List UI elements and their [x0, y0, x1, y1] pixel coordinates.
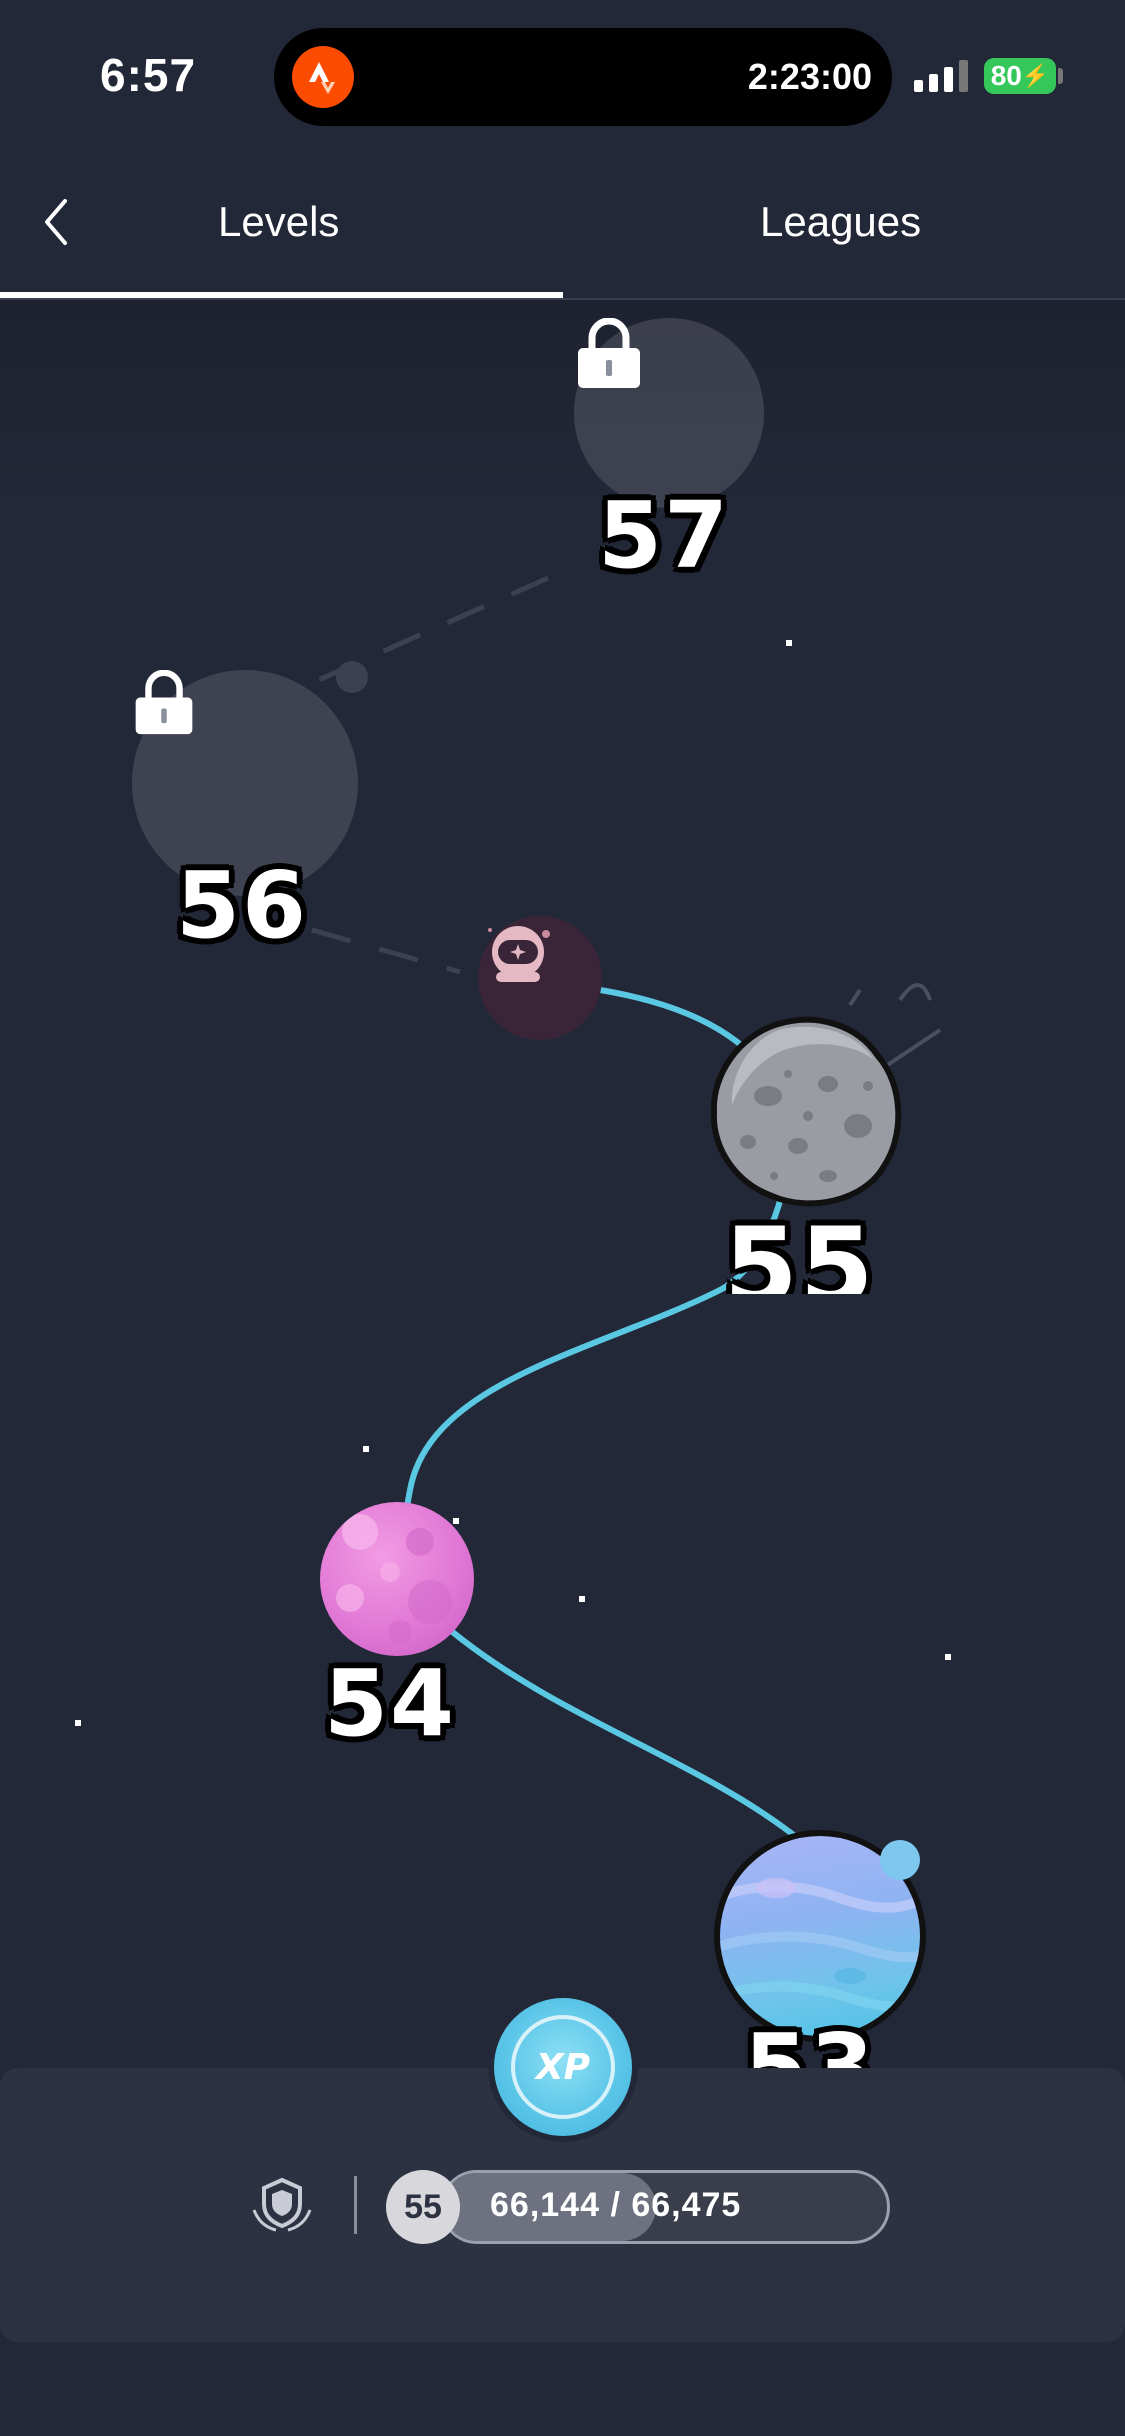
level-label-57: 57	[598, 482, 731, 589]
level-label-54: 54	[324, 1650, 457, 1757]
status-time: 6:57	[100, 49, 197, 101]
current-level-badge: 55	[386, 2170, 460, 2244]
active-tab-indicator	[0, 292, 563, 298]
moon-icon	[880, 1840, 920, 1880]
lock-icon	[578, 318, 640, 388]
live-activity-timer: 2:23:00	[747, 56, 872, 97]
tab-bar: Levels Leagues	[0, 140, 1125, 300]
xp-badge[interactable]: XP	[488, 1992, 638, 2142]
battery-icon: 80 ⚡	[984, 58, 1056, 94]
tab-levels[interactable]: Levels	[218, 198, 339, 246]
xp-progress-text: 66,144 / 66,475	[490, 2186, 742, 2224]
pink-planet-icon[interactable]	[320, 1502, 474, 1656]
lock-icon	[135, 670, 193, 735]
dynamic-island[interactable]: 2:23:00	[274, 28, 892, 126]
battery-level: 80	[990, 60, 1022, 91]
locked-path-57	[294, 575, 550, 693]
level-label-53: 53	[744, 2022, 876, 2068]
status-bar: 6:57 2:23:00 80 ⚡	[0, 0, 1125, 140]
level-label-55: 55	[724, 1214, 876, 1294]
level-node-57[interactable]	[574, 318, 764, 508]
divider	[354, 2176, 357, 2234]
signal-icon	[914, 60, 968, 92]
locked-path-56	[311, 927, 461, 975]
asteroid-icon[interactable]	[708, 1016, 908, 1212]
map-path-layer	[75, 575, 951, 1843]
xp-label: XP	[511, 2015, 615, 2119]
level-label-56: 56	[176, 852, 309, 959]
strava-icon	[292, 46, 354, 108]
astronaut-helmet-icon[interactable]	[478, 916, 602, 1040]
league-shield-icon[interactable]	[248, 2176, 316, 2232]
chevron-left-icon	[45, 199, 67, 245]
back-button[interactable]	[36, 192, 76, 252]
battery-tip	[1058, 68, 1063, 84]
tab-leagues[interactable]: Leagues	[760, 198, 921, 246]
level-map[interactable]: 57 56 55 54	[0, 300, 1125, 2068]
